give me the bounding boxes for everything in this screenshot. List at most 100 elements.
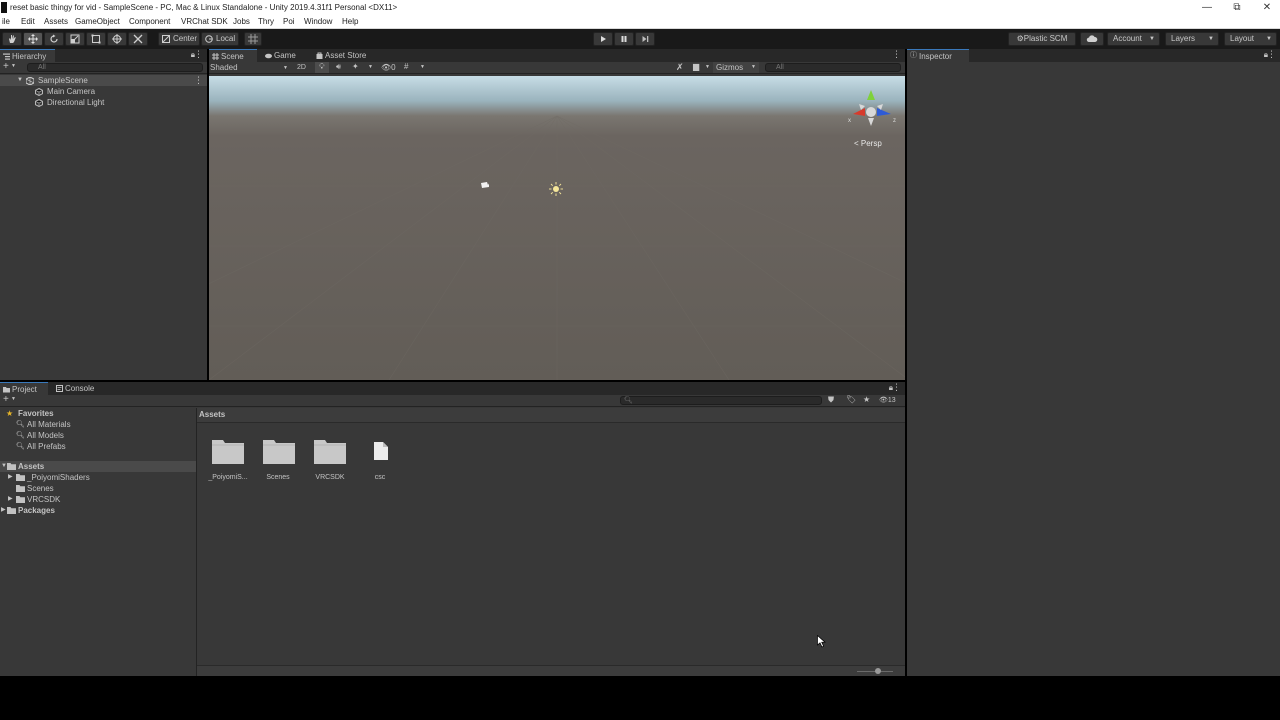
asset-folder-scenes[interactable] xyxy=(262,437,296,465)
menu-gameobject[interactable]: GameObject xyxy=(75,15,120,29)
collapse-caret-icon[interactable]: ▶ xyxy=(1,505,6,516)
project-search-input[interactable]: 🔍︎ xyxy=(620,396,822,405)
scale-tool-button[interactable] xyxy=(65,32,85,46)
tree-folder-scenes[interactable]: Scenes xyxy=(0,483,196,494)
tree-packages[interactable]: ▶ Packages xyxy=(0,505,196,516)
asset-file-csc[interactable] xyxy=(373,441,389,461)
menu-assets[interactable]: Assets xyxy=(44,15,68,29)
hierarchy-search-input[interactable]: All xyxy=(27,63,203,72)
add-caret-icon[interactable]: ▼ xyxy=(11,63,16,69)
menu-thry[interactable]: Thry xyxy=(258,15,274,29)
gizmos-dropdown[interactable]: Gizmos ▼ xyxy=(713,62,759,73)
effects-toggle-icon[interactable]: ✦ xyxy=(352,62,359,71)
search-by-label-icon[interactable]: 🏷︎ xyxy=(846,395,856,404)
camera-gizmo-icon[interactable] xyxy=(479,180,491,190)
favorite-all-prefabs[interactable]: 🔍︎ All Prefabs xyxy=(0,441,196,452)
expand-caret-icon[interactable]: ▼ xyxy=(17,75,23,86)
project-add-caret-icon[interactable]: ▼ xyxy=(11,396,16,402)
menu-help[interactable]: Help xyxy=(342,15,358,29)
scene-viewport[interactable]: x z < Persp xyxy=(209,76,905,380)
tab-inspector[interactable]: ⓘ Inspector xyxy=(907,49,969,62)
gizmos-label: Gizmos xyxy=(716,63,744,72)
menu-vrchat-sdk[interactable]: VRChat SDK xyxy=(181,15,228,29)
icon-size-slider-handle[interactable] xyxy=(875,668,881,674)
cloud-button[interactable] xyxy=(1080,32,1104,46)
collapse-caret-icon[interactable]: ▶ xyxy=(8,472,13,483)
custom-tool-button[interactable] xyxy=(128,32,148,46)
pivot-local-toggle[interactable]: Local xyxy=(201,32,239,46)
orientation-gizmo[interactable]: x z xyxy=(847,86,899,128)
maximize-button[interactable]: ⧉ xyxy=(1222,0,1252,15)
menu-edit[interactable]: Edit xyxy=(21,15,35,29)
plastic-scm-button[interactable]: ⚙Plastic SCM xyxy=(1008,32,1076,46)
menu-file[interactable]: ile xyxy=(2,15,10,29)
move-tool-button[interactable] xyxy=(23,32,43,46)
tools-toggle-icon[interactable]: ✗ xyxy=(676,62,684,73)
scene-search-input[interactable]: All xyxy=(765,63,901,72)
pause-button[interactable] xyxy=(614,32,634,46)
camera-caret-icon[interactable]: ▼ xyxy=(705,64,710,70)
camera-icon[interactable]: ▆ xyxy=(693,62,699,71)
y-axis-cone[interactable] xyxy=(867,90,875,100)
sun-light-gizmo-icon[interactable] xyxy=(549,182,563,196)
tab-scene[interactable]: Scene xyxy=(209,49,257,62)
search-by-type-icon[interactable]: ⛊ xyxy=(828,395,834,405)
effects-caret-icon[interactable]: ▼ xyxy=(368,64,373,70)
inspector-more-options-icon[interactable]: ⋮ xyxy=(1267,49,1276,60)
scene-more-options-icon[interactable]: ⋮ xyxy=(892,49,901,60)
layers-dropdown[interactable]: Layers ▼ xyxy=(1165,32,1219,46)
main-camera-label: Main Camera xyxy=(47,87,96,96)
perspective-label[interactable]: < Persp xyxy=(854,139,882,148)
account-dropdown[interactable]: Account ▼ xyxy=(1107,32,1160,46)
tab-asset-store[interactable]: Asset Store xyxy=(313,49,379,62)
scene-options-icon[interactable]: ⋮ xyxy=(194,75,203,86)
favorites-header[interactable]: ★ Favorites xyxy=(0,408,196,419)
add-icon[interactable]: + xyxy=(3,61,9,72)
transform-tool-button[interactable] xyxy=(107,32,127,46)
x-axis-cone[interactable] xyxy=(853,108,865,116)
save-search-star-icon[interactable]: ★ xyxy=(863,395,870,404)
step-button[interactable] xyxy=(635,32,655,46)
play-button[interactable] xyxy=(593,32,613,46)
z-axis-cone[interactable] xyxy=(877,108,891,116)
project-add-icon[interactable]: + xyxy=(3,394,9,405)
breadcrumb-assets[interactable]: Assets xyxy=(199,410,225,419)
close-button[interactable]: ✕ xyxy=(1252,0,1280,15)
tree-folder-vrcsdk[interactable]: ▶ VRCSDK xyxy=(0,494,196,505)
scene-visibility-toggle[interactable]: 👁︎0 xyxy=(381,62,396,73)
asset-folder-poiyomi[interactable] xyxy=(211,437,245,465)
project-more-options-icon[interactable]: ⋮ xyxy=(892,382,901,393)
minimize-button[interactable]: — xyxy=(1192,0,1222,15)
shading-mode-dropdown[interactable]: Shaded ▼ xyxy=(210,63,290,73)
pivot-center-toggle[interactable]: Center xyxy=(158,32,200,46)
lighting-toggle[interactable]: 💡︎ xyxy=(315,62,329,73)
tab-asset-store-label: Asset Store xyxy=(325,51,367,60)
favorite-all-materials[interactable]: 🔍︎ All Materials xyxy=(0,419,196,430)
grid-toggle-icon[interactable]: # xyxy=(404,62,408,71)
tree-folder-poiyomi[interactable]: ▶ _PoiyomiShaders xyxy=(0,472,196,483)
menu-poi[interactable]: Poi xyxy=(283,15,295,29)
grid-caret-icon[interactable]: ▼ xyxy=(420,64,425,70)
project-splitter[interactable] xyxy=(196,408,197,676)
2d-mode-toggle[interactable]: 2D xyxy=(297,63,306,73)
more-options-icon[interactable]: ⋮ xyxy=(194,49,203,60)
collapse-caret-icon[interactable]: ▶ xyxy=(8,494,13,505)
hierarchy-item-main-camera[interactable]: Main Camera xyxy=(0,86,207,97)
rotate-tool-button[interactable] xyxy=(44,32,64,46)
hidden-packages-toggle[interactable]: 👁︎13 xyxy=(879,395,896,406)
menu-component[interactable]: Component xyxy=(129,15,170,29)
grid-snap-button[interactable] xyxy=(244,32,262,46)
tree-assets[interactable]: ▼ Assets xyxy=(0,461,196,472)
favorite-all-models[interactable]: 🔍︎ All Models xyxy=(0,430,196,441)
hierarchy-item-directional-light[interactable]: Directional Light xyxy=(0,97,207,108)
tab-game[interactable]: Game xyxy=(262,49,308,62)
rect-tool-button[interactable] xyxy=(86,32,106,46)
audio-toggle-icon[interactable]: 🔊︎ xyxy=(336,62,341,72)
menu-jobs[interactable]: Jobs xyxy=(233,15,250,29)
menu-window[interactable]: Window xyxy=(304,15,332,29)
hierarchy-scene-row[interactable]: ▼ SampleScene ⋮ xyxy=(0,75,207,86)
layout-dropdown[interactable]: Layout ▼ xyxy=(1224,32,1277,46)
asset-folder-vrcsdk[interactable] xyxy=(313,437,347,465)
hand-tool-button[interactable] xyxy=(2,32,22,46)
tab-console[interactable]: Console xyxy=(53,382,107,395)
